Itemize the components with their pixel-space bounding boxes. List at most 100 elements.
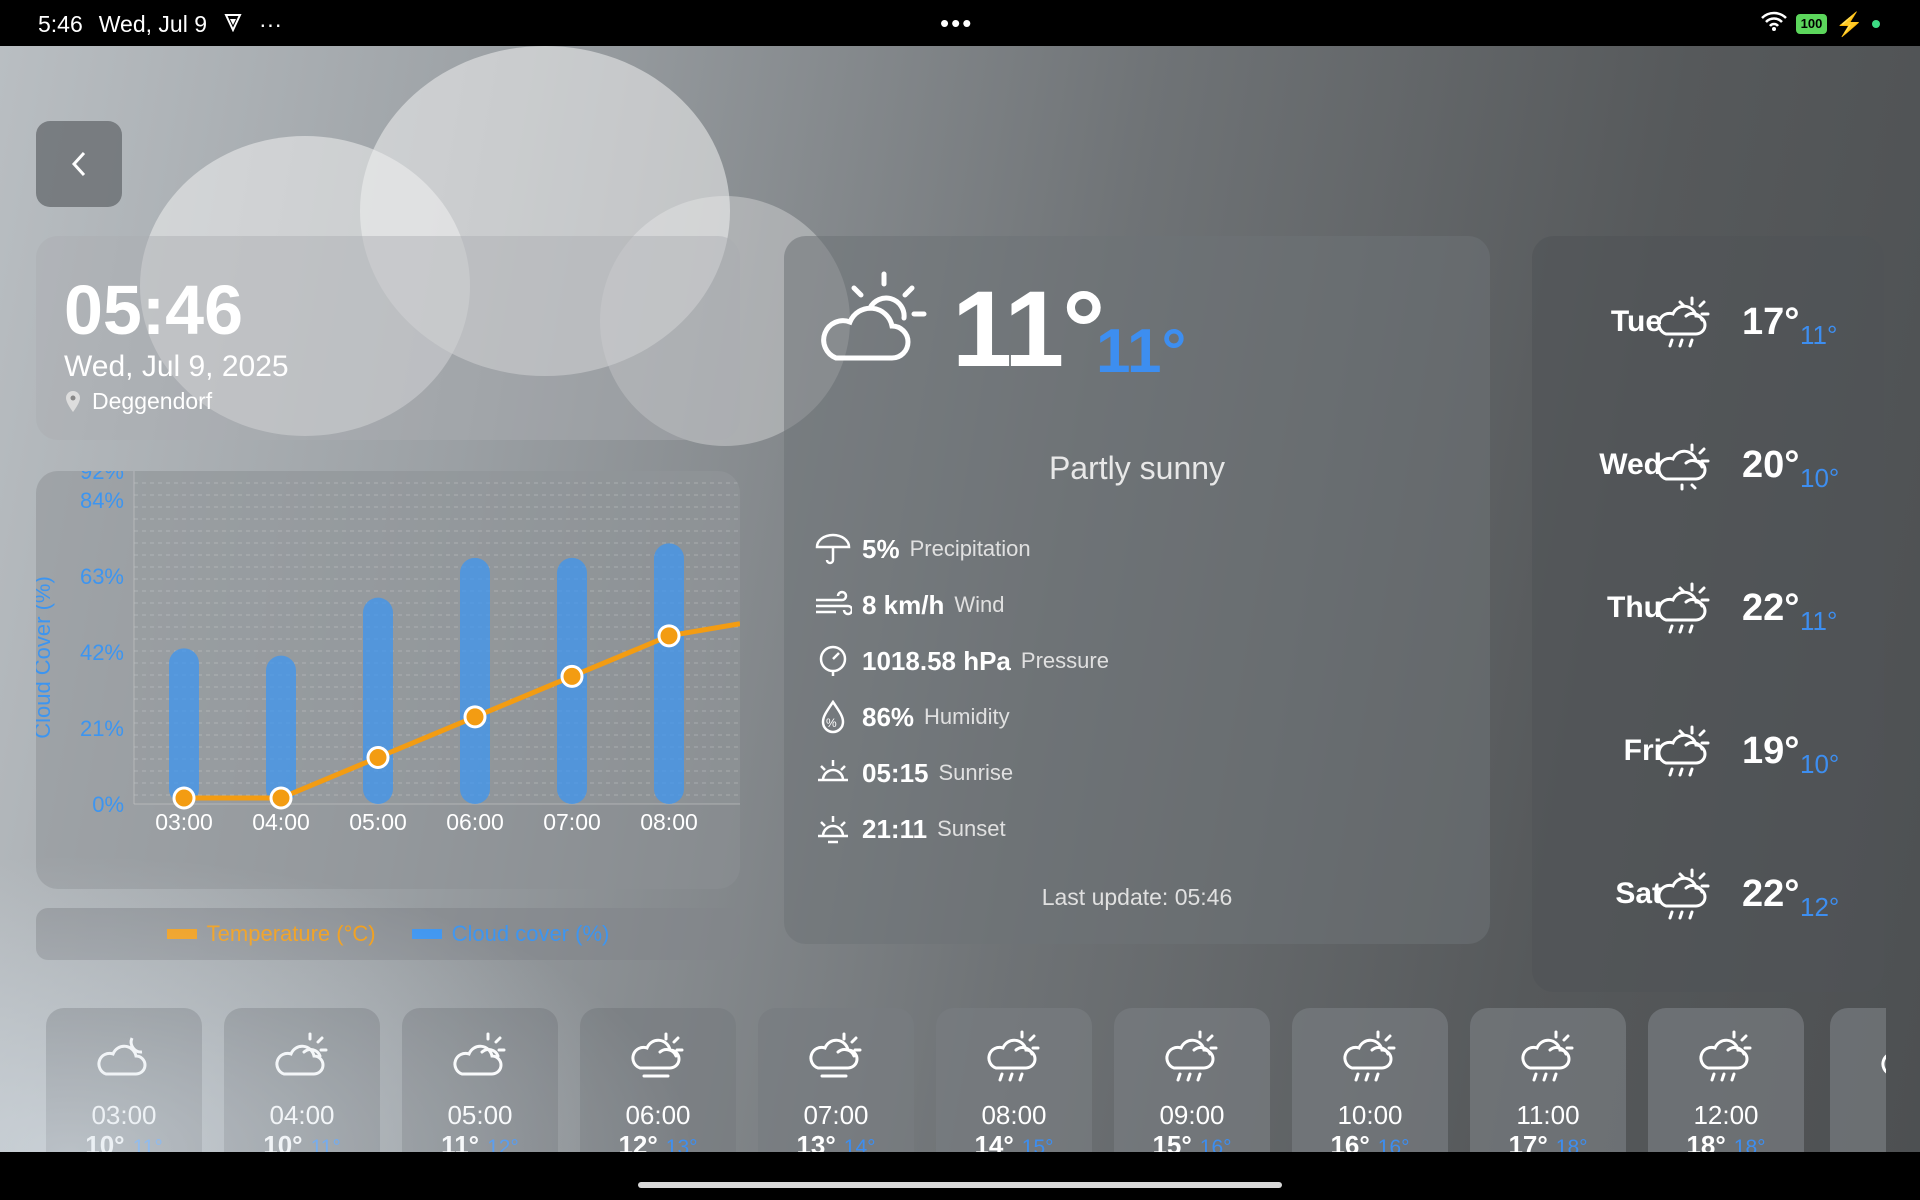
- temperature-point: [560, 664, 584, 688]
- back-button[interactable]: [36, 121, 122, 207]
- hourly-card[interactable]: 09:00 15° 16°: [1114, 1008, 1270, 1152]
- hourly-temps: 16° 16°: [1292, 1130, 1448, 1152]
- x-tick-label: 07:00: [543, 809, 601, 835]
- location-pin-icon: [66, 390, 80, 412]
- daily-forecast-card: Tue 17° 11° Wed 20° 10° Thu 22° 11° Fri …: [1532, 236, 1884, 992]
- hourly-card[interactable]: 06:00 12° 13°: [580, 1008, 736, 1152]
- cloud-cover-bar: [460, 557, 490, 804]
- hourly-feel: 12°: [487, 1136, 519, 1152]
- precipitation-label: Precipitation: [909, 536, 1031, 561]
- x-tick-label: 05:00: [349, 809, 407, 835]
- status-more: ···: [259, 11, 282, 37]
- y-tick-label: 0%: [92, 792, 124, 817]
- condition-text: Partly sunny: [1048, 450, 1226, 486]
- forecast-day: Thu: [1607, 591, 1662, 624]
- rain-sun-icon: [1165, 1030, 1218, 1082]
- rain-sun-icon: [1657, 868, 1710, 920]
- forecast-row[interactable]: Fri 19° 10°: [1532, 721, 1884, 781]
- detail-precipitation: 5% Precipitation: [814, 532, 1031, 566]
- hourly-card[interactable]: 04:00 10° 11°: [224, 1008, 380, 1152]
- y-tick-label: 42%: [80, 640, 124, 665]
- status-left: 5:46 Wed, Jul 9 ···: [38, 11, 282, 38]
- rain-sun-icon: [1521, 1030, 1574, 1082]
- forecast-high: 22°: [1742, 872, 1800, 915]
- umbrella-icon: [815, 533, 851, 565]
- clock-card: 05:46 Wed, Jul 9, 2025 Deggendorf: [36, 236, 740, 440]
- hourly-time: 08:00: [981, 1100, 1047, 1130]
- partly-sunny-icon: [821, 271, 927, 361]
- hourly-card[interactable]: 11:00 17° 18°: [1470, 1008, 1626, 1152]
- temperature-point: [657, 624, 681, 648]
- legend-cloud[interactable]: Cloud cover (%): [411, 921, 610, 947]
- hourly-temps: 13° 14°: [758, 1130, 914, 1152]
- cloud-cover-bar: [169, 648, 199, 804]
- hourly-feel: 11°: [310, 1136, 341, 1152]
- hourly-card[interactable]: 08:00 14° 15°: [936, 1008, 1092, 1152]
- hourly-temp: 15°: [1152, 1130, 1192, 1152]
- home-indicator[interactable]: [638, 1182, 1282, 1188]
- hourly-temp: 16°: [1330, 1130, 1370, 1152]
- x-tick-label: 08:00: [640, 809, 698, 835]
- rain-sun-icon: [1343, 1030, 1396, 1082]
- forecast-day: Fri: [1623, 734, 1662, 767]
- hourly-temp: 12°: [618, 1130, 658, 1152]
- hourly-forecast-strip[interactable]: 03:00 10° 11° 04:00 10° 11° 05:00 11° 12° 0…: [46, 1008, 1886, 1152]
- gauge-icon: [819, 645, 847, 676]
- hourly-temps: 12° 13°: [580, 1130, 736, 1152]
- humidity-label: Humidity: [924, 704, 1010, 729]
- temperature-point: [463, 705, 487, 729]
- detail-wind: 8 km/h Wind: [814, 588, 1005, 622]
- fog-sun-icon: [809, 1032, 862, 1078]
- hourly-temps: 18° 18°: [1648, 1130, 1804, 1152]
- hourly-temp: 13°: [796, 1130, 836, 1152]
- chart-legend: Temperature (°C) Cloud cover (%): [36, 908, 740, 960]
- cloud-sun-icon: [1657, 443, 1710, 491]
- hourly-card-partial[interactable]: 1 1: [1830, 1008, 1886, 1152]
- legend-swatch-cloud: [411, 929, 442, 939]
- multitask-handle[interactable]: •••: [940, 8, 973, 39]
- hourly-temp: 10°: [85, 1130, 125, 1152]
- hourly-card[interactable]: 05:00 11° 12°: [402, 1008, 558, 1152]
- hourly-temp: 11°: [441, 1130, 480, 1152]
- fog-sun-icon: [631, 1032, 684, 1078]
- hourly-temp: 10°: [263, 1130, 303, 1152]
- cloud-moon-icon: [97, 1037, 147, 1076]
- legend-cloud-label: Cloud cover (%): [451, 921, 610, 946]
- rain-sun-icon: [987, 1030, 1040, 1082]
- legend-temperature[interactable]: Temperature (°C): [166, 921, 376, 947]
- forecast-row[interactable]: Sat 22° 12°: [1532, 864, 1884, 924]
- hourly-temp: 18°: [1686, 1130, 1726, 1152]
- hourly-temps: 10° 11°: [46, 1130, 202, 1152]
- hourly-card[interactable]: 12:00 18° 18°: [1648, 1008, 1804, 1152]
- hourly-time: 06:00: [625, 1100, 691, 1130]
- legend-swatch-temperature: [166, 929, 197, 939]
- status-bar: 5:46 Wed, Jul 9 ··· ••• 100 ⚡: [0, 0, 1920, 46]
- forecast-row[interactable]: Wed 20° 10°: [1532, 435, 1884, 495]
- cloud-sun-icon: [1881, 1054, 1886, 1074]
- humidity-value: 86%: [862, 701, 915, 732]
- hourly-feel: 15°: [1021, 1136, 1054, 1152]
- hourly-card[interactable]: 10:00 16° 16°: [1292, 1008, 1448, 1152]
- current-conditions-card: 11° 11° Partly sunny 5% Precipitation 8 …: [784, 236, 1490, 944]
- weather-app: 05:46 Wed, Jul 9, 2025 Deggendorf 0% 21% 4…: [0, 46, 1920, 1152]
- hourly-feel: 18°: [1555, 1136, 1588, 1152]
- status-right: 100 ⚡: [1760, 10, 1880, 38]
- hourly-card[interactable]: 03:00 10° 11°: [46, 1008, 202, 1152]
- hourly-time: 07:00: [803, 1100, 869, 1130]
- detail-sunrise: 05:15 Sunrise: [814, 756, 1013, 790]
- detail-pressure: 1018.58 hPa Pressure: [814, 644, 1109, 678]
- feels-like-temperature: 11°: [1096, 317, 1187, 386]
- cloud-cover-bar: [266, 655, 296, 804]
- rain-sun-icon: [1657, 725, 1710, 777]
- hourly-card[interactable]: 07:00 13° 14°: [758, 1008, 914, 1152]
- forecast-high: 22°: [1742, 586, 1800, 629]
- temperature-point: [366, 745, 390, 769]
- hourly-time: 10:00: [1337, 1100, 1403, 1130]
- svg-text:%: %: [826, 716, 837, 730]
- plot-area: [134, 471, 740, 804]
- y-tick-label: 92%: [80, 471, 124, 484]
- forecast-row[interactable]: Tue 17° 11°: [1532, 292, 1884, 352]
- forecast-row[interactable]: Thu 22° 11°: [1532, 578, 1884, 638]
- x-tick-label: 06:00: [446, 809, 504, 835]
- hourly-temps: 15° 16°: [1114, 1130, 1270, 1152]
